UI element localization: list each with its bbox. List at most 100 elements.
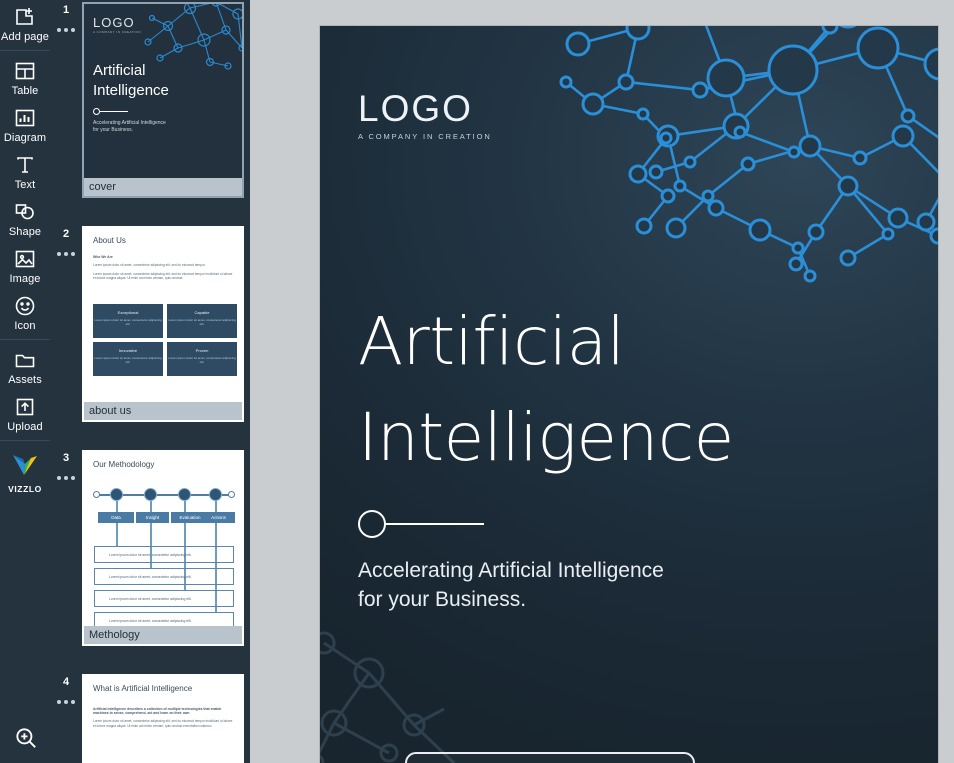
network-graphic-icon: [559, 26, 938, 283]
tool-label: Image: [9, 273, 41, 285]
thumbnail-row-1: 1 LOGO A COMPANY IN CREATION Artificial …: [50, 0, 250, 224]
mini-timeline-endpoint: [228, 491, 235, 498]
more-options-icon[interactable]: [57, 476, 75, 480]
page-thumbnail-panel[interactable]: 1 LOGO A COMPANY IN CREATION Artificial …: [50, 0, 250, 763]
tool-upload[interactable]: Upload: [0, 390, 50, 437]
thumbnail-preview: What is Artificial Intelligence Artifici…: [84, 676, 242, 763]
slide-subtitle-line2: for your Business.: [358, 588, 527, 611]
page-number: 1: [62, 4, 70, 16]
page-number: 2: [62, 228, 70, 240]
thumbnail-preview: About Us Who We Are Lorem ipsum dolor si…: [84, 228, 242, 402]
vizzlo-mark-icon: [11, 452, 39, 483]
mini-heading: About Us: [93, 236, 126, 245]
tool-label: Text: [14, 179, 36, 191]
tool-text[interactable]: Text: [0, 148, 50, 195]
slide-logo-subtext: A COMPANY IN CREATION: [358, 132, 492, 141]
zoom-in-icon: [13, 725, 37, 749]
page-label[interactable]: Methology: [84, 626, 242, 644]
mini-card-grid: Exceptional Lorem ipsum dolor sit amet, …: [93, 304, 237, 376]
circle-icon: [358, 510, 386, 538]
page-thumbnail-3[interactable]: Our Methodology Data Insight Evaluation …: [82, 450, 244, 646]
title-rule-decoration: [358, 510, 484, 538]
mini-step-label: Data: [98, 512, 134, 523]
mini-card-text: Lorem ipsum dolor sit amet, consectetur …: [168, 356, 236, 364]
slide-subtitle[interactable]: Accelerating Artificial Intelligence for…: [358, 556, 664, 614]
thumbnail-row-3: 3 Our Methodology Data Insight Evaluatio…: [50, 448, 250, 672]
mini-body-1: Lorem ipsum dolor sit amet, consectetur …: [93, 263, 206, 267]
mini-logo: LOGO A COMPANY IN CREATION: [93, 15, 141, 34]
rule-line: [386, 523, 484, 525]
tool-diagram[interactable]: Diagram: [0, 101, 50, 148]
mini-title-line1: Artificial: [93, 62, 146, 79]
tool-table[interactable]: Table: [0, 54, 50, 101]
thumbnail-gutter: 4: [50, 672, 82, 763]
tool-label: Table: [11, 85, 39, 97]
toolbar-divider: [0, 50, 50, 51]
mini-stem: [116, 523, 118, 547]
tool-image[interactable]: Image: [0, 242, 50, 289]
thumbnail-preview: LOGO A COMPANY IN CREATION Artificial In…: [84, 4, 242, 178]
mini-card: Exceptional Lorem ipsum dolor sit amet, …: [93, 304, 163, 338]
mini-heading: Our Methodology: [93, 460, 155, 469]
table-icon: [13, 59, 37, 83]
mini-heading: What is Artificial Intelligence: [93, 684, 193, 693]
tool-label: Diagram: [3, 132, 47, 144]
more-options-icon[interactable]: [57, 28, 75, 32]
mini-card: Innovative Lorem ipsum dolor sit amet, c…: [93, 342, 163, 376]
thumbnail-gutter: 1: [50, 0, 82, 224]
zoom-in-button[interactable]: [0, 720, 50, 763]
slide-logo-text: LOGO: [358, 88, 473, 129]
add-page-icon: [13, 5, 37, 29]
network-graphic-secondary-icon: [320, 631, 456, 763]
thumbnail-row-4: 4 What is Artificial Intelligence Artifi…: [50, 672, 250, 763]
slide-footer-pill[interactable]: [405, 752, 695, 763]
slide-canvas[interactable]: LOGO A COMPANY IN CREATION Artificial In…: [320, 26, 938, 763]
mini-title: Artificial Intelligence: [93, 61, 169, 101]
mini-card-text: Lorem ipsum dolor sit amet, consectetur …: [94, 356, 162, 364]
toolbar-divider: [0, 339, 50, 340]
mini-sub-line1: Accelerating Artificial Intelligence: [93, 120, 166, 126]
page-label[interactable]: about us: [84, 402, 242, 420]
mini-title-line2: Intelligence: [93, 82, 169, 99]
tool-shape[interactable]: Shape: [0, 195, 50, 242]
mini-logo-subtext: A COMPANY IN CREATION: [93, 30, 142, 34]
page-label[interactable]: cover: [84, 178, 242, 196]
app-root: Add page Table Diagram Text Shape Image …: [0, 0, 954, 763]
mini-slide-cover: LOGO A COMPANY IN CREATION Artificial In…: [84, 4, 242, 178]
mini-slide-methodology: Our Methodology Data Insight Evaluation …: [84, 452, 242, 626]
folder-icon: [13, 348, 37, 372]
tool-add-page[interactable]: Add page: [0, 0, 50, 47]
page-thumbnail-4[interactable]: What is Artificial Intelligence Artifici…: [82, 674, 244, 763]
upload-icon: [13, 395, 37, 419]
mini-step-label: Insight: [136, 512, 169, 523]
thumbnail-gutter: 2: [50, 224, 82, 448]
slide-title-line2: Intelligence: [358, 399, 734, 476]
mini-card-text: Lorem ipsum dolor sit amet, consectetur …: [168, 318, 236, 326]
page-thumbnail-1[interactable]: LOGO A COMPANY IN CREATION Artificial In…: [82, 2, 244, 198]
mini-slide-about: About Us Who We Are Lorem ipsum dolor si…: [84, 228, 242, 402]
slide-title[interactable]: Artificial Intelligence: [358, 294, 734, 486]
slide-title-line1: Artificial: [358, 303, 625, 380]
tool-assets[interactable]: Assets: [0, 343, 50, 390]
mini-row: Lorem ipsum dolor sit amet, consectetur …: [94, 546, 234, 563]
tool-label: Assets: [8, 374, 42, 386]
slide-subtitle-line1: Accelerating Artificial Intelligence: [358, 559, 664, 582]
mini-subtitle: Accelerating Artificial Intelligence for…: [93, 120, 166, 134]
slide-logo[interactable]: LOGO A COMPANY IN CREATION: [358, 88, 492, 142]
mini-row: Lorem ipsum dolor sit amet, consectetur …: [94, 568, 234, 585]
canvas-area[interactable]: LOGO A COMPANY IN CREATION Artificial In…: [250, 0, 954, 763]
more-options-icon[interactable]: [57, 252, 75, 256]
tool-icon[interactable]: Icon: [0, 289, 50, 336]
page-thumbnail-2[interactable]: About Us Who We Are Lorem ipsum dolor si…: [82, 226, 244, 422]
mini-timeline-node: [209, 488, 222, 501]
vizzlo-logo[interactable]: VIZZLO: [8, 444, 42, 494]
mini-step-label: Actions: [202, 512, 235, 523]
more-options-icon[interactable]: [57, 700, 75, 704]
mini-body: Lorem ipsum dolor sit amet, consectetur …: [93, 719, 233, 728]
tool-label: Add page: [1, 31, 49, 43]
mini-row: Lorem ipsum dolor sit amet, consectetur …: [94, 612, 234, 626]
mini-card-title: Exceptional: [117, 310, 139, 315]
thumbnail-row-2: 2 About Us Who We Are Lorem ipsum dolor …: [50, 224, 250, 448]
mini-sub-line2: for your Business.: [93, 127, 134, 133]
mini-rule: [93, 108, 128, 115]
